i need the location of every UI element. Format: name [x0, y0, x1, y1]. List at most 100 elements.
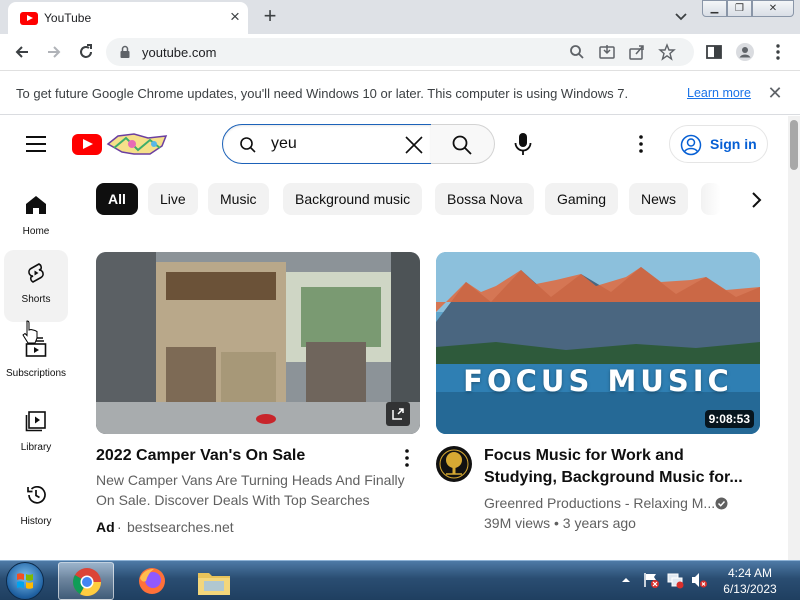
reload-icon[interactable] — [76, 42, 96, 62]
bookmark-star-icon[interactable] — [658, 43, 676, 61]
volume-muted-icon[interactable] — [690, 571, 708, 589]
guide-label-shorts: Shorts — [21, 294, 51, 305]
library-icon — [25, 411, 46, 432]
mountain-lake-image — [436, 252, 760, 434]
verified-check-icon — [715, 497, 728, 510]
browser-toolbar: youtube.com — [0, 34, 800, 71]
firefox-logo-icon — [139, 568, 165, 594]
guide-item-home[interactable]: Home — [4, 182, 68, 254]
channel-name[interactable]: Greenred Productions - Relaxing M... — [484, 493, 715, 513]
search-query-text[interactable]: yeu — [271, 135, 297, 153]
action-center-flag-icon[interactable] — [642, 571, 660, 589]
side-panel-icon[interactable] — [704, 42, 724, 62]
search-icon — [240, 137, 256, 153]
external-link-icon[interactable] — [386, 402, 410, 426]
ad-badge: Ad — [96, 519, 115, 535]
infobar-message: To get future Google Chrome updates, you… — [16, 86, 629, 101]
search-input[interactable]: yeu — [222, 124, 432, 164]
chrome-menu-icon[interactable] — [768, 42, 788, 62]
guide-label-subscriptions: Subscriptions — [5, 368, 67, 379]
guide-item-history[interactable]: History — [4, 472, 68, 544]
clear-search-icon[interactable] — [403, 134, 425, 156]
address-bar[interactable]: youtube.com — [106, 38, 694, 66]
video-thumbnail-focus-music[interactable]: FOCUS MUSIC 9:08:53 — [436, 252, 760, 434]
guide-menu-icon[interactable] — [26, 136, 46, 152]
advertiser-domain[interactable]: bestsearches.net — [127, 517, 234, 537]
taskbar-chrome[interactable] — [58, 562, 114, 600]
tab-title: YouTube — [44, 11, 92, 25]
install-app-icon[interactable] — [598, 43, 616, 61]
chip-live[interactable]: Live — [148, 183, 198, 215]
share-icon[interactable] — [628, 43, 646, 61]
ad-separator-dot: · — [117, 519, 122, 535]
taskbar-file-explorer[interactable] — [186, 562, 242, 600]
youtube-page: yeu Sign in All Live Music Background mu… — [0, 116, 790, 560]
chip-bossa-nova[interactable]: Bossa Nova — [435, 183, 535, 215]
scrollbar-thumb[interactable] — [790, 120, 798, 170]
camper-van-interior-image — [96, 252, 420, 434]
clock-date: 6/13/2023 — [723, 582, 777, 596]
account-circle-icon — [680, 134, 702, 156]
youtube-logo-icon[interactable] — [72, 134, 102, 155]
ad-description-line-2: On Sale. Discover Deals With Top Searche… — [96, 492, 370, 508]
folder-icon — [198, 573, 230, 595]
forward-arrow-icon[interactable] — [44, 42, 64, 62]
update-infobar: To get future Google Chrome updates, you… — [0, 72, 800, 115]
window-close-button[interactable]: ✕ — [752, 0, 794, 17]
new-tab-button[interactable]: + — [258, 5, 282, 29]
chip-gaming[interactable]: Gaming — [545, 183, 619, 215]
lock-icon[interactable] — [118, 45, 132, 59]
start-button[interactable] — [6, 562, 44, 600]
guide-item-library[interactable]: Library — [4, 398, 68, 470]
chrome-logo-icon — [73, 568, 101, 596]
video-title-camper-van[interactable]: 2022 Camper Van's On Sale — [96, 445, 305, 467]
page-scrollbar[interactable] — [788, 116, 800, 560]
taskbar-firefox[interactable] — [124, 562, 180, 600]
browser-tab-youtube[interactable]: YouTube × — [8, 2, 248, 34]
guide-item-shorts[interactable]: Shorts — [4, 250, 68, 322]
tree-logo-icon — [439, 449, 469, 479]
windows-taskbar: 4:24 AM 6/13/2023 — [0, 560, 800, 600]
minimize-button[interactable]: ▁ — [702, 0, 727, 17]
settings-kebab-icon[interactable] — [632, 134, 650, 154]
network-icon[interactable] — [666, 571, 684, 589]
chip-news[interactable]: News — [629, 183, 689, 215]
learn-more-link[interactable]: Learn more — [687, 86, 751, 100]
history-icon — [27, 486, 46, 504]
chip-background-music[interactable]: Background music — [283, 183, 423, 215]
home-icon — [26, 196, 46, 214]
video-title-line-2[interactable]: Studying, Background Music for... — [484, 467, 743, 489]
search-icon[interactable] — [568, 43, 586, 61]
guide-label-library: Library — [20, 442, 52, 453]
video-duration-badge: 9:08:53 — [704, 410, 754, 428]
maximize-button[interactable]: ❐ — [727, 0, 752, 17]
microphone-icon[interactable] — [512, 132, 534, 156]
video-meta: 39M views • 3 years ago — [484, 515, 636, 531]
channel-avatar[interactable] — [436, 446, 472, 482]
search-button[interactable] — [431, 124, 495, 164]
guide-label-home: Home — [22, 226, 50, 237]
sign-in-button[interactable]: Sign in — [669, 125, 768, 163]
video-thumbnail-camper-van[interactable] — [96, 252, 420, 434]
profile-avatar-icon[interactable] — [735, 42, 755, 62]
video-title-line-1[interactable]: Focus Music for Work and — [484, 445, 684, 467]
chip-music[interactable]: Music — [208, 183, 269, 215]
ad-description-line-1: New Camper Vans Are Turning Heads And Fi… — [96, 472, 405, 488]
show-hidden-icons-icon[interactable] — [620, 574, 632, 586]
system-clock[interactable]: 4:24 AM 6/13/2023 — [718, 565, 782, 597]
windows-logo-icon — [17, 573, 33, 589]
tab-search-chevron-icon[interactable] — [672, 8, 690, 26]
window-controls: ▁ ❐ ✕ — [702, 0, 794, 19]
tab-close-icon[interactable]: × — [226, 8, 244, 26]
back-arrow-icon[interactable] — [12, 42, 32, 62]
chip-all[interactable]: All — [96, 183, 138, 215]
thumbnail-title-text: FOCUS MUSIC — [463, 364, 733, 398]
chevron-right-icon[interactable] — [744, 188, 768, 212]
clock-time: 4:24 AM — [727, 566, 773, 580]
infobar-close-icon[interactable]: ✕ — [766, 84, 784, 102]
guide-label-history: History — [20, 516, 52, 527]
search-icon — [452, 135, 472, 155]
youtube-doodle-icon[interactable] — [104, 130, 172, 158]
video-menu-kebab-icon[interactable] — [398, 448, 416, 468]
chip-partial — [701, 183, 721, 215]
